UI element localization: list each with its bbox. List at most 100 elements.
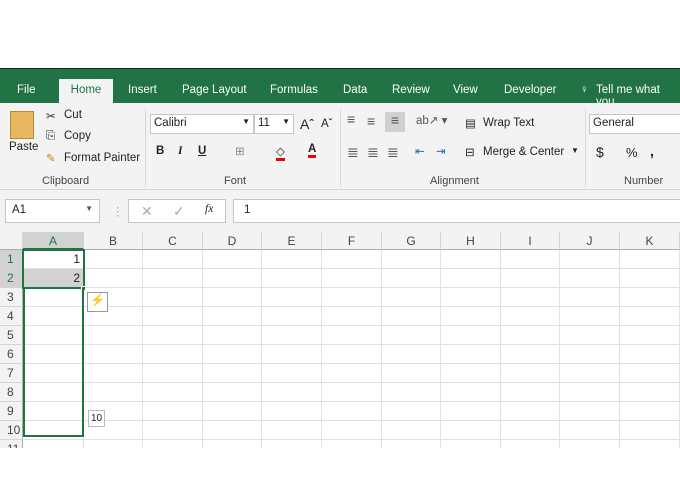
tab-insert[interactable]: Insert: [128, 84, 157, 96]
number-group-label: Number: [624, 175, 664, 187]
font-color-icon[interactable]: A: [308, 143, 317, 158]
gridline: [23, 439, 680, 440]
paste-icon: [10, 111, 34, 139]
row-header-2[interactable]: 2: [0, 269, 23, 288]
ribbon-tab-bar: File Home Insert Page Layout Formulas Da…: [0, 68, 680, 108]
column-header-D[interactable]: D: [203, 232, 262, 250]
column-header-F[interactable]: F: [322, 232, 382, 250]
borders-icon[interactable]: ⊞: [235, 144, 245, 158]
font-group-label: Font: [224, 175, 247, 187]
tab-home[interactable]: Home: [59, 79, 113, 104]
row-header-3[interactable]: 3: [0, 288, 23, 307]
bold-button[interactable]: B: [156, 145, 164, 157]
gridline: [23, 401, 680, 402]
align-right-icon[interactable]: ≣: [387, 144, 399, 161]
comma-button[interactable]: ,: [650, 143, 654, 159]
align-bottom-icon[interactable]: ≡: [385, 112, 405, 132]
gridline: [202, 250, 203, 448]
tab-review[interactable]: Review: [392, 84, 430, 96]
increase-indent-icon[interactable]: ⇥: [436, 144, 446, 158]
column-header-H[interactable]: H: [441, 232, 501, 250]
cancel-icon[interactable]: ✕: [141, 203, 153, 220]
insert-function-button[interactable]: fx: [205, 203, 213, 215]
row-header-8[interactable]: 8: [0, 383, 23, 402]
column-header-J[interactable]: J: [560, 232, 620, 250]
merge-center-button[interactable]: Merge & Center: [483, 146, 564, 158]
fill-color-icon[interactable]: ◇: [276, 144, 285, 161]
orientation-icon[interactable]: ab↗ ▾: [416, 113, 447, 127]
merge-dropdown-icon[interactable]: ▼: [571, 146, 579, 155]
align-left-icon[interactable]: ≣: [347, 144, 359, 161]
font-name-dropdown[interactable]: Calibri ▼: [150, 114, 254, 134]
tab-page-layout[interactable]: Page Layout: [182, 84, 247, 96]
paste-button[interactable]: Paste: [9, 141, 38, 153]
currency-button[interactable]: $: [596, 144, 604, 160]
source-selection-border: [22, 249, 85, 289]
column-header-K[interactable]: K: [620, 232, 680, 250]
column-header-B[interactable]: B: [84, 232, 143, 250]
font-size-dropdown[interactable]: 11 ▼: [254, 114, 294, 134]
gridline: [321, 250, 322, 448]
formula-input[interactable]: 1: [233, 199, 680, 223]
column-header-G[interactable]: G: [382, 232, 441, 250]
gridline: [23, 287, 680, 288]
increase-font-icon[interactable]: Aˆ: [300, 116, 314, 132]
gridline: [440, 250, 441, 448]
tab-file[interactable]: File: [17, 84, 36, 96]
select-all-corner[interactable]: [0, 232, 23, 250]
copy-icon: ⎘: [46, 130, 56, 142]
format-painter-icon: ✎: [46, 153, 56, 165]
column-header-A[interactable]: A: [23, 232, 84, 250]
tab-view[interactable]: View: [453, 84, 478, 96]
tab-developer[interactable]: Developer: [504, 84, 556, 96]
wrap-text-button[interactable]: Wrap Text: [483, 117, 534, 129]
row-header-10[interactable]: 10: [0, 421, 23, 440]
alignment-group-label: Alignment: [430, 175, 479, 187]
row-header-11[interactable]: 11: [0, 440, 23, 448]
decrease-indent-icon[interactable]: ⇤: [415, 144, 425, 158]
spreadsheet-grid[interactable]: ABCDEFGHIJK123456789101112⚡10: [0, 232, 680, 448]
merge-icon: ⊟: [465, 147, 475, 159]
name-box-value: A1: [12, 204, 27, 216]
enter-icon[interactable]: ✓: [173, 203, 185, 220]
row-header-4[interactable]: 4: [0, 307, 23, 326]
row-header-1[interactable]: 1: [0, 250, 23, 269]
align-center-icon[interactable]: ≣: [367, 144, 379, 161]
gridline: [23, 382, 680, 383]
gridline: [23, 344, 680, 345]
tab-data[interactable]: Data: [343, 84, 367, 96]
column-header-C[interactable]: C: [143, 232, 203, 250]
percent-button[interactable]: %: [626, 145, 638, 160]
font-name: Calibri: [154, 117, 187, 129]
gridline: [23, 325, 680, 326]
underline-button[interactable]: U: [198, 145, 206, 157]
decrease-font-icon[interactable]: Aˇ: [321, 118, 333, 130]
gridline: [559, 250, 560, 448]
more-icon: ⋮: [112, 206, 124, 218]
number-format-dropdown[interactable]: General: [589, 114, 680, 134]
row-header-5[interactable]: 5: [0, 326, 23, 345]
row-header-9[interactable]: 9: [0, 402, 23, 421]
name-box[interactable]: A1 ▼: [5, 199, 100, 223]
formula-value: 1: [244, 204, 251, 216]
lightbulb-icon: ♀: [580, 84, 589, 96]
clipboard-group-label: Clipboard: [42, 175, 90, 187]
scissors-icon: ✂: [46, 111, 56, 123]
column-header-I[interactable]: I: [501, 232, 560, 250]
align-middle-icon[interactable]: ≡: [367, 113, 375, 129]
ribbon: Paste ✂ Cut ⎘ Copy ✎ Format Painter Clip…: [0, 103, 680, 190]
cut-button[interactable]: Cut: [64, 109, 82, 121]
tab-formulas[interactable]: Formulas: [270, 84, 318, 96]
italic-button[interactable]: I: [178, 145, 182, 157]
gridline: [619, 250, 620, 448]
gridline: [500, 250, 501, 448]
quick-analysis-icon[interactable]: ⚡: [87, 292, 108, 312]
row-header-6[interactable]: 6: [0, 345, 23, 364]
gridline: [23, 420, 680, 421]
column-header-E[interactable]: E: [262, 232, 322, 250]
wrap-text-icon: ▤: [465, 118, 476, 130]
align-top-icon[interactable]: ≡: [347, 111, 355, 127]
copy-button[interactable]: Copy: [64, 130, 91, 142]
format-painter-button[interactable]: Format Painter: [64, 152, 140, 164]
row-header-7[interactable]: 7: [0, 364, 23, 383]
